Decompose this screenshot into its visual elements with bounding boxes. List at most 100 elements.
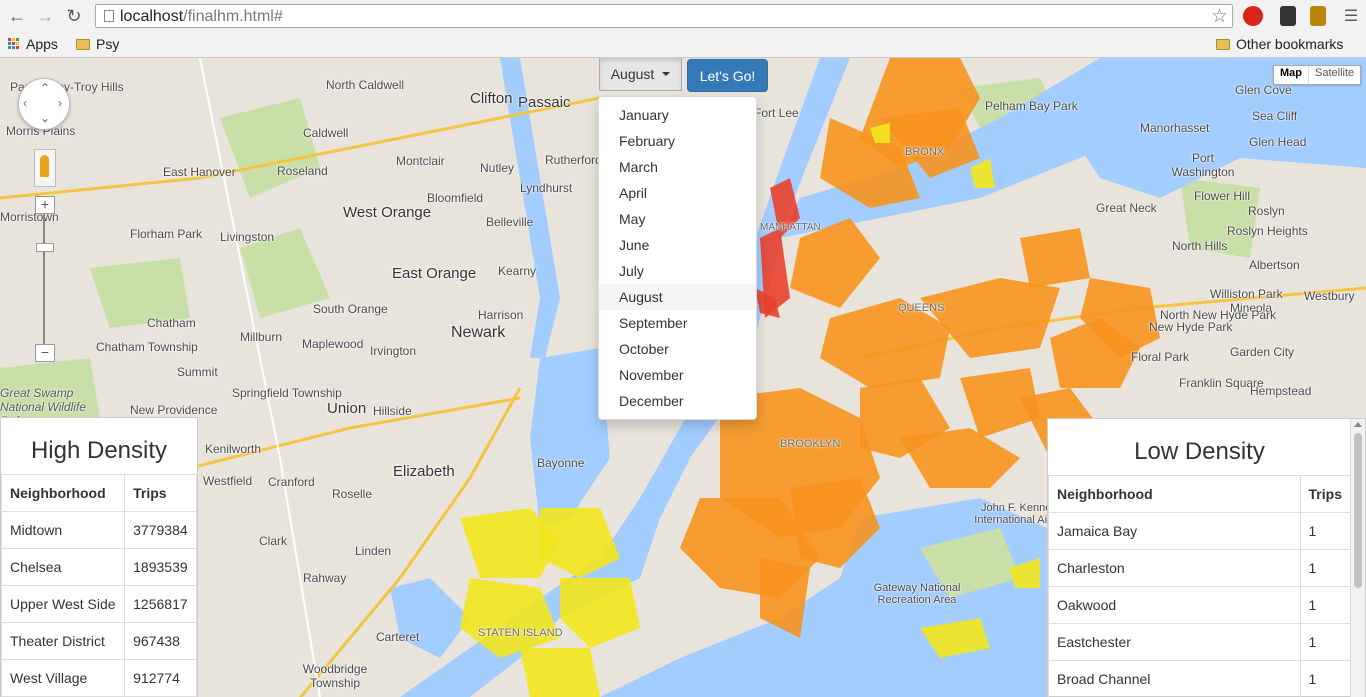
pan-control[interactable]: ⌃ ⌄ ‹ › <box>18 78 70 130</box>
lets-go-button[interactable]: Let's Go! <box>687 59 768 92</box>
map-canvas[interactable]: Parsippany-Troy Hills North Caldwell Cli… <box>0 58 1366 697</box>
table-row: Eastchester 1 <box>1048 623 1352 661</box>
pan-down-icon[interactable]: ⌄ <box>40 111 50 125</box>
extension-icon[interactable] <box>1310 6 1326 26</box>
address-bar[interactable]: localhost/finalhm.html# ☆ <box>95 4 1233 28</box>
month-selected: August <box>610 66 655 82</box>
map-label: Bronx <box>905 146 945 158</box>
month-option-april[interactable]: April <box>599 180 756 206</box>
month-dropdown-menu: January February March April May June Ju… <box>598 96 757 420</box>
other-bookmarks[interactable]: Other bookmarks <box>1216 36 1343 52</box>
trips-cell: 3779384 <box>124 511 197 549</box>
map-label: Roslyn Heights <box>1227 224 1308 238</box>
map-label: Kearny <box>498 264 537 278</box>
month-option-november[interactable]: November <box>599 362 756 388</box>
table-row: Oakwood 1 <box>1048 586 1352 624</box>
map-type-map[interactable]: Map <box>1274 66 1308 84</box>
scroll-up-icon[interactable] <box>1354 422 1362 427</box>
month-option-june[interactable]: June <box>599 232 756 258</box>
map-label: Nutley <box>480 161 515 175</box>
map-label: Garden City <box>1230 345 1295 359</box>
high-density-panel: High Density Neighborhood Trips Midtown … <box>0 417 198 697</box>
map-label: Kenilworth <box>205 442 262 456</box>
map-label: Brooklyn <box>780 438 841 450</box>
zoom-out-button[interactable]: − <box>35 344 55 362</box>
month-option-august[interactable]: August <box>599 284 756 310</box>
trips-cell: 1 <box>1299 512 1352 550</box>
pan-up-icon[interactable]: ⌃ <box>40 81 50 95</box>
neighborhood-cell: West Village <box>0 659 126 697</box>
table-row: Chelsea 1893539 <box>0 548 197 586</box>
month-option-january[interactable]: January <box>599 102 756 128</box>
bookmarks-bar: Apps Psy Other bookmarks <box>0 33 1366 58</box>
bookmark-label: Psy <box>96 36 120 52</box>
month-option-september[interactable]: September <box>599 310 756 336</box>
month-option-march[interactable]: March <box>599 154 756 180</box>
panel-scrollbar[interactable] <box>1350 419 1365 697</box>
eyedropper-icon[interactable] <box>1280 6 1296 26</box>
map-label: Great Neck <box>1096 201 1157 215</box>
menu-icon[interactable]: ☰ <box>1340 6 1362 28</box>
map-label: Maplewood <box>302 337 364 351</box>
back-arrow-icon[interactable]: ← <box>6 5 28 27</box>
map-label: Hempstead <box>1250 384 1312 398</box>
map-label: Springfield Township <box>232 386 342 400</box>
browser-toolbar: ← → ↻ localhost/finalhm.html# ☆ ☰ <box>0 0 1366 33</box>
map-label: Florham Park <box>130 227 203 241</box>
page-icon <box>104 10 114 22</box>
street-view-pegman-icon[interactable] <box>34 149 56 187</box>
map-type-satellite[interactable]: Satellite <box>1308 66 1360 84</box>
month-option-february[interactable]: February <box>599 128 756 154</box>
pan-right-icon[interactable]: › <box>58 96 62 110</box>
adblock-icon[interactable] <box>1243 6 1263 26</box>
map-type-control: Map Satellite <box>1273 65 1362 85</box>
neighborhood-cell: Chelsea <box>0 548 126 586</box>
month-option-october[interactable]: October <box>599 336 756 362</box>
neighborhood-cell: Upper West Side <box>0 585 126 623</box>
map-label: Linden <box>355 544 392 558</box>
trips-cell: 1 <box>1299 549 1352 587</box>
map-label: Bayonne <box>537 456 585 470</box>
zoom-in-button[interactable]: + <box>35 196 55 214</box>
pan-left-icon[interactable]: ‹ <box>23 96 27 110</box>
map-label: Gateway National Recreation Area <box>873 582 961 606</box>
map-label: Roslyn <box>1248 204 1285 218</box>
low-density-panel[interactable]: Low Density Neighborhood Trips Jamaica B… <box>1047 418 1366 697</box>
reload-icon[interactable]: ↻ <box>63 5 85 27</box>
map-label: Hillside <box>373 404 412 418</box>
neighborhood-cell: Jamaica Bay <box>1048 512 1301 550</box>
low-density-table: Neighborhood Trips Jamaica Bay 1 Charles… <box>1048 475 1352 697</box>
map-label: Carteret <box>376 630 420 644</box>
map-label: Irvington <box>370 344 417 358</box>
map-label: Lyndhurst <box>520 181 573 195</box>
month-option-may[interactable]: May <box>599 206 756 232</box>
scrollbar-thumb[interactable] <box>1354 433 1362 588</box>
month-option-july[interactable]: July <box>599 258 756 284</box>
apps-grid-icon <box>8 38 20 50</box>
map-label: North Hills <box>1172 239 1228 253</box>
column-header: Neighborhood <box>1048 475 1301 513</box>
month-option-december[interactable]: December <box>599 388 756 414</box>
bookmark-star-icon[interactable]: ☆ <box>1211 5 1228 28</box>
map-label: Bloomfield <box>427 191 484 205</box>
map-label: Harrison <box>478 308 524 322</box>
map-label: West Orange <box>343 204 432 221</box>
forward-arrow-icon[interactable]: → <box>34 5 56 27</box>
map-label: Montclair <box>396 154 445 168</box>
month-dropdown-toggle[interactable]: August <box>599 58 682 91</box>
bookmark-psy[interactable]: Psy <box>76 36 119 52</box>
trips-cell: 967438 <box>124 622 197 660</box>
map-label: North New Hyde Park <box>1160 308 1277 322</box>
zoom-slider-knob[interactable] <box>36 243 54 252</box>
neighborhood-cell: Midtown <box>0 511 126 549</box>
zoom-slider-track[interactable] <box>43 196 45 348</box>
low-density-title: Low Density <box>1134 438 1265 465</box>
map-label: Summit <box>177 365 218 379</box>
map-label: South Orange <box>313 302 388 316</box>
bookmark-apps[interactable]: Apps <box>8 36 58 52</box>
map-label: Rahway <box>303 571 347 585</box>
bookmark-label: Apps <box>26 36 58 52</box>
table-row: West Village 912774 <box>0 659 197 697</box>
map-label: Staten Island <box>478 627 563 639</box>
map-label: North Caldwell <box>326 78 405 92</box>
